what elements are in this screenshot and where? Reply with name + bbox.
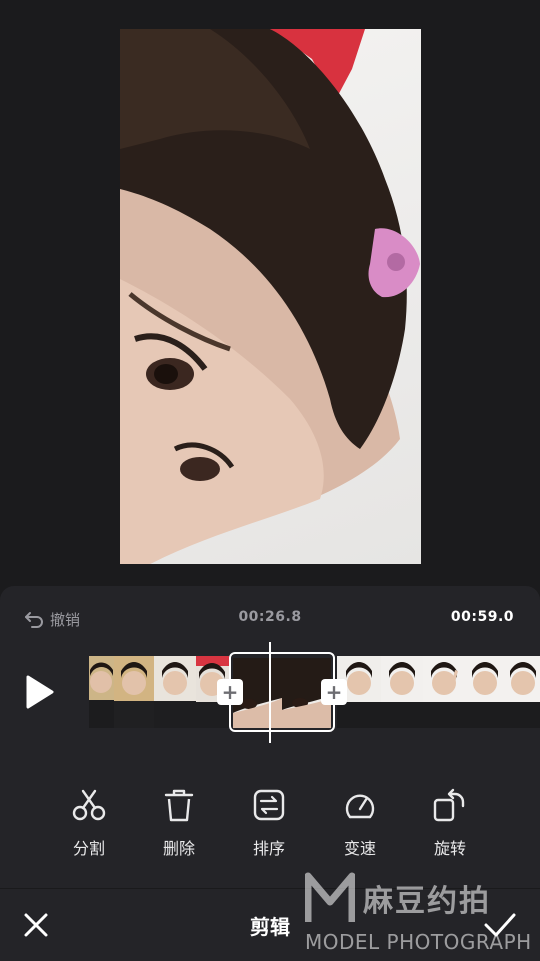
timeline-thumbnail bbox=[423, 656, 465, 728]
tool-label: 删除 bbox=[162, 839, 195, 858]
tool-delete[interactable]: 删除 bbox=[144, 786, 214, 859]
rotate-icon bbox=[433, 788, 465, 822]
video-preview[interactable] bbox=[120, 29, 421, 564]
tool-speed[interactable]: 变速 bbox=[325, 786, 395, 859]
tool-bar: 分割 删除 排序 变速 旋转 bbox=[0, 786, 540, 859]
playhead[interactable] bbox=[269, 642, 271, 743]
tool-label: 排序 bbox=[252, 839, 285, 858]
add-transition-button[interactable]: + bbox=[217, 679, 243, 705]
tool-label: 分割 bbox=[72, 839, 105, 858]
undo-button[interactable]: 撤销 bbox=[24, 608, 80, 630]
undo-icon bbox=[25, 612, 43, 628]
speed-gauge-icon bbox=[345, 794, 375, 819]
play-button[interactable] bbox=[24, 674, 56, 710]
tool-split[interactable]: 分割 bbox=[54, 786, 124, 859]
tool-sort[interactable]: 排序 bbox=[234, 786, 304, 859]
undo-label: 撤销 bbox=[50, 610, 81, 629]
watermark-english: MODEL PHOTOGRAPH bbox=[305, 930, 532, 954]
tool-label: 变速 bbox=[343, 839, 376, 858]
timeline-thumbnail bbox=[465, 656, 505, 728]
watermark-logo-icon bbox=[305, 872, 355, 922]
plus-icon: + bbox=[325, 680, 343, 704]
timeline-thumbnail bbox=[381, 656, 423, 728]
current-time: 00:26.8 bbox=[238, 609, 302, 625]
tool-rotate[interactable]: 旋转 bbox=[415, 786, 485, 859]
trash-icon bbox=[164, 789, 194, 822]
watermark: 麻豆约拍 MODEL PHOTOGRAPH bbox=[305, 872, 533, 956]
close-button[interactable] bbox=[20, 909, 52, 941]
selected-clip[interactable] bbox=[229, 652, 335, 732]
timeline-thumbnail bbox=[89, 656, 114, 728]
total-duration: 00:59.0 bbox=[450, 609, 514, 625]
timeline-thumbnail bbox=[114, 656, 154, 728]
timeline-thumbnail bbox=[505, 656, 540, 728]
sort-icon bbox=[253, 789, 285, 821]
plus-icon: + bbox=[221, 680, 239, 704]
play-icon bbox=[26, 675, 54, 709]
tool-label: 旋转 bbox=[433, 839, 466, 858]
timeline-thumbnail bbox=[154, 656, 196, 728]
scissors-icon bbox=[72, 789, 106, 821]
close-icon bbox=[24, 913, 48, 937]
preview-frame-image bbox=[120, 29, 420, 564]
watermark-chinese: 麻豆约拍 bbox=[363, 884, 491, 919]
add-transition-button[interactable]: + bbox=[321, 679, 347, 705]
